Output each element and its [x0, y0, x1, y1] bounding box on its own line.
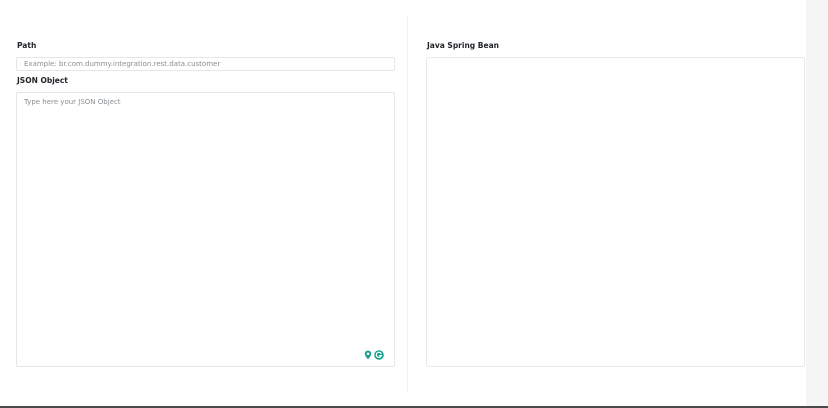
location-pin-icon[interactable] — [364, 350, 372, 360]
path-input[interactable] — [16, 57, 395, 71]
path-label: Path — [17, 41, 37, 50]
java-spring-bean-output[interactable] — [426, 57, 805, 367]
java-spring-bean-label: Java Spring Bean — [427, 41, 499, 50]
json-object-textarea[interactable] — [16, 92, 395, 367]
grammar-assistant-icon[interactable] — [374, 350, 384, 360]
column-divider — [407, 16, 408, 392]
writing-assistant-icons — [364, 350, 384, 360]
window-edge-strip — [806, 0, 828, 406]
json-object-label: JSON Object — [17, 76, 68, 85]
